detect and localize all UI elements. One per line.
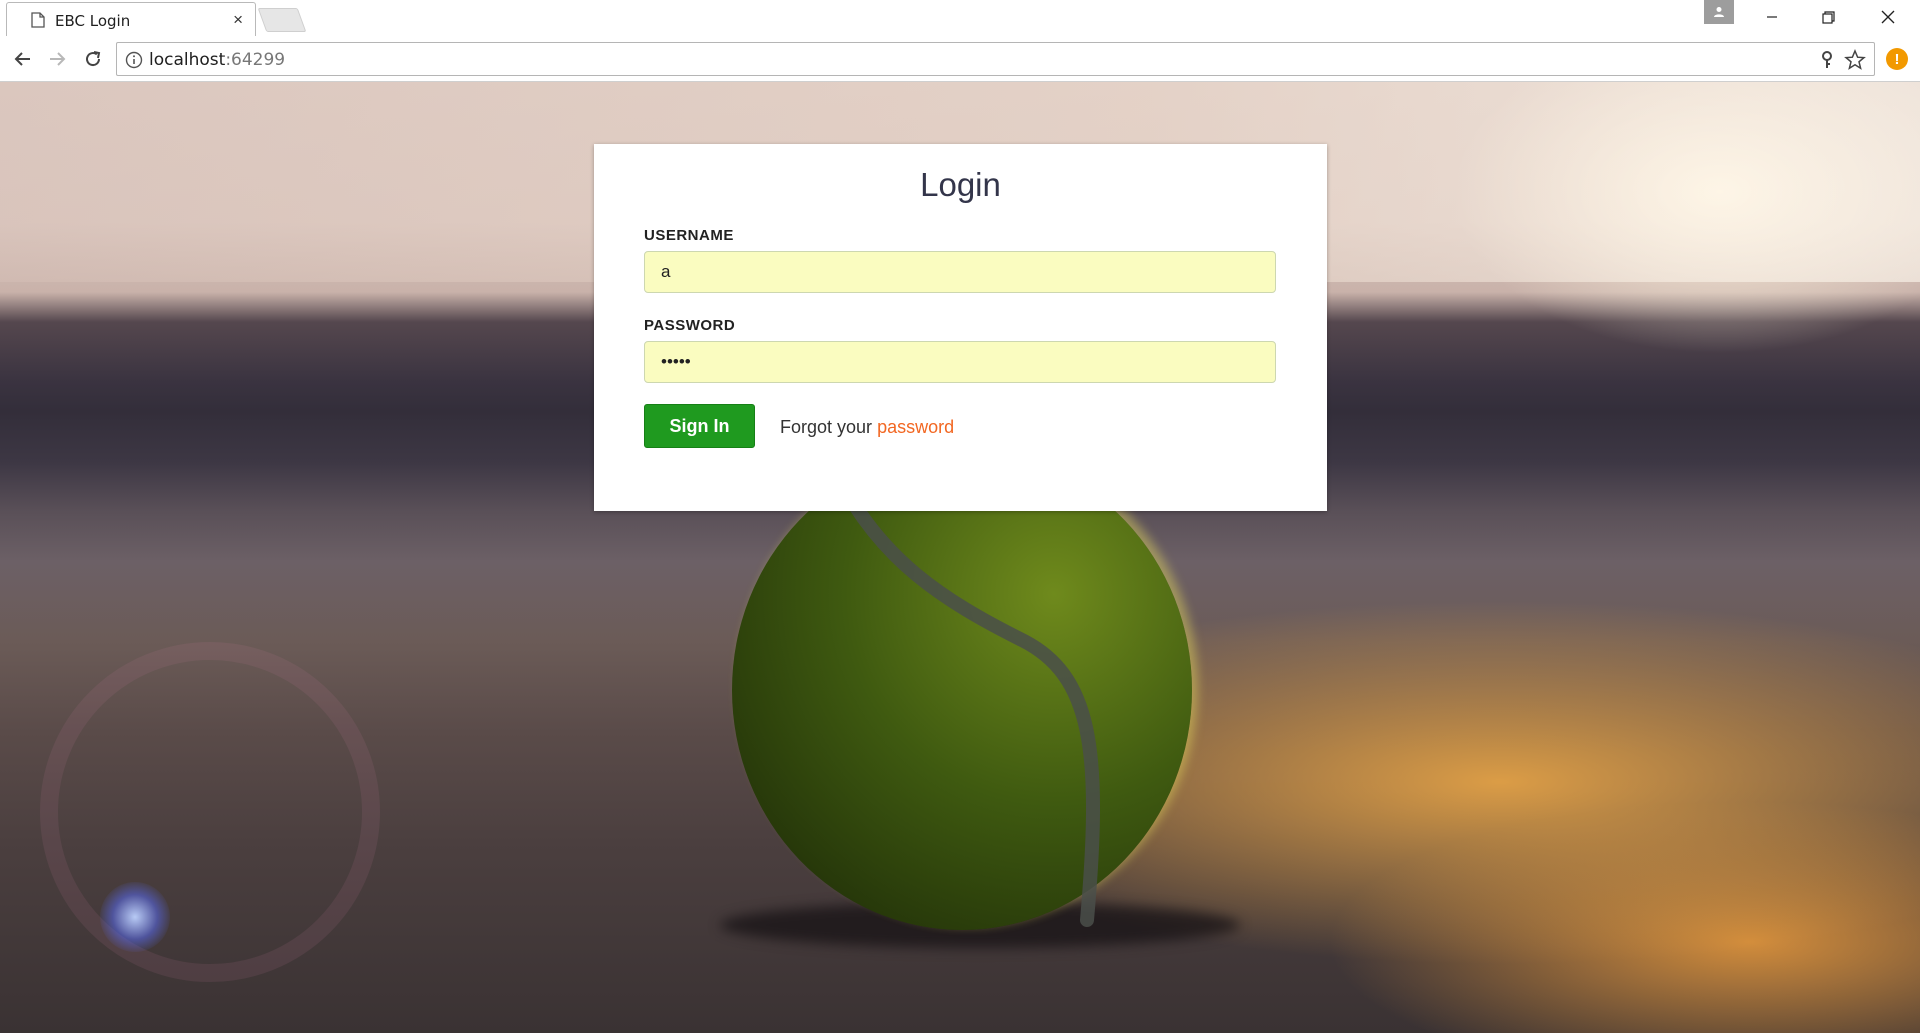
profile-icon[interactable] xyxy=(1704,0,1734,24)
browser-tab[interactable]: EBC Login × xyxy=(6,2,256,36)
browser-toolbar: localhost:64299 ! xyxy=(0,36,1920,82)
url-text[interactable]: localhost:64299 xyxy=(149,50,285,70)
sign-in-button[interactable]: Sign In xyxy=(644,404,755,448)
page-icon xyxy=(31,12,45,28)
lens-flare-ring xyxy=(40,642,380,982)
address-bar[interactable]: localhost:64299 xyxy=(116,42,1875,76)
forgot-password-text: Forgot your password xyxy=(780,417,954,438)
lens-flare-spot xyxy=(100,882,170,952)
reload-icon[interactable] xyxy=(80,46,106,72)
password-input[interactable] xyxy=(644,341,1276,383)
login-title: Login xyxy=(920,166,1001,203)
username-input[interactable] xyxy=(644,251,1276,293)
username-label: USERNAME xyxy=(644,227,734,244)
forward-icon[interactable] xyxy=(44,46,70,72)
login-card: Login USERNAME PASSWORD Sign In Forgot y… xyxy=(594,144,1327,511)
new-tab-button[interactable] xyxy=(257,8,307,32)
window-close-icon[interactable] xyxy=(1860,0,1916,34)
back-icon[interactable] xyxy=(10,46,36,72)
password-label: PASSWORD xyxy=(644,317,736,334)
key-icon[interactable] xyxy=(1820,51,1834,69)
forgot-password-link[interactable]: password xyxy=(877,417,954,437)
forgot-label: Forgot your xyxy=(780,417,873,437)
tennis-ball-image xyxy=(732,450,1192,930)
tab-title: EBC Login xyxy=(55,12,131,30)
close-icon[interactable]: × xyxy=(233,10,243,30)
url-host: localhost xyxy=(149,50,226,70)
info-icon[interactable] xyxy=(125,51,143,69)
page-viewport: Login USERNAME PASSWORD Sign In Forgot y… xyxy=(0,82,1920,1033)
restore-icon[interactable] xyxy=(1800,0,1856,34)
alert-icon[interactable]: ! xyxy=(1886,48,1908,70)
tab-strip: EBC Login × xyxy=(0,0,1920,36)
minimize-icon[interactable] xyxy=(1744,0,1800,34)
star-icon[interactable] xyxy=(1844,49,1866,71)
url-port: :64299 xyxy=(225,50,286,70)
